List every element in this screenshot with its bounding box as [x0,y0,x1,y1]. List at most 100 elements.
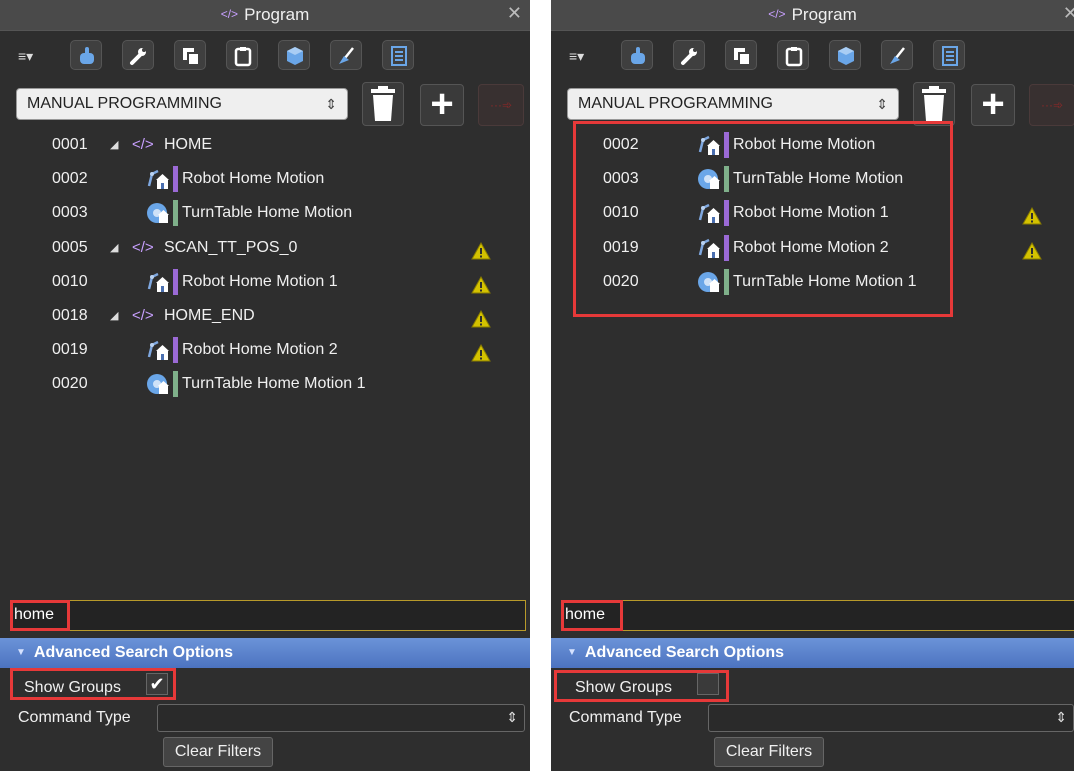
motion-label: TurnTable Home Motion 1 [182,375,366,393]
search-input[interactable]: home [561,600,1074,631]
copy-button[interactable] [725,40,757,70]
tree-row[interactable]: 0002 Robot Home Motion [0,162,530,196]
clean-button[interactable] [881,40,913,70]
tree-row[interactable]: 0002 Robot Home Motion [551,128,1074,162]
paste-button[interactable] [777,40,809,70]
hand-pointer-icon [80,47,94,64]
type-color-bar [724,234,729,261]
motion-label: TurnTable Home Motion 1 [733,272,917,290]
robot-home-icon [147,170,169,190]
type-color-bar [724,268,729,295]
hand-pointer-button[interactable] [70,40,102,70]
show-groups-checkbox[interactable] [697,673,719,695]
expand-triangle-icon[interactable]: ◢ [110,299,118,333]
clear-filters-button[interactable]: Clear Filters [163,737,273,767]
turntable-home-icon [147,374,169,395]
cube-icon [287,47,303,65]
show-groups-checkbox[interactable]: ✔ [146,673,168,695]
motion-label: TurnTable Home Motion [182,204,353,222]
motion-icon-wrap [697,134,721,156]
tree-row[interactable]: 0005 ◢ </> SCAN_TT_POS_0 [0,231,530,265]
wrench-button[interactable] [673,40,705,70]
trash-icon [922,86,946,121]
program-select-row: MANUAL PROGRAMMING ⇕ + ···➾ [567,82,1074,128]
tree-row[interactable]: 0020 TurnTable Home Motion 1 [551,265,1074,299]
object-button[interactable] [278,40,310,70]
motion-icon-wrap [146,373,170,395]
copy-button[interactable] [174,40,206,70]
type-color-bar [724,166,729,193]
program-select[interactable]: MANUAL PROGRAMMING ⇕ [16,88,348,120]
close-icon[interactable]: ✕ [507,0,522,26]
advanced-search-header[interactable]: ▼ Advanced Search Options [0,638,530,668]
list-button[interactable] [382,40,414,70]
collapse-caret-icon: ▼ [567,647,577,658]
tree-row[interactable]: 0020 TurnTable Home Motion 1 [0,367,530,401]
row-number: 0005 [52,238,88,256]
tree-row[interactable]: 0018 ◢ </> HOME_END [0,299,530,333]
search-input[interactable]: home [10,600,526,631]
paste-button[interactable] [226,40,258,70]
object-button[interactable] [829,40,861,70]
hamburger-dropdown-icon[interactable]: ≡▾ [18,46,46,66]
broom-icon [890,47,905,64]
collapse-caret-icon: ▼ [16,647,26,658]
clear-filters-button[interactable]: Clear Filters [714,737,824,767]
robot-home-icon [698,204,720,224]
group-label: HOME [164,136,212,153]
broom-icon [339,47,354,64]
list-icon [391,46,407,66]
motion-icon-wrap [146,339,170,361]
delete-button[interactable] [362,82,404,126]
run-arrow-icon[interactable]: ···➾ [478,84,524,126]
tree-row[interactable]: 0010 Robot Home Motion 1 [551,196,1074,230]
tree-row[interactable]: 0001 ◢ </> HOME [0,128,530,162]
hand-pointer-button[interactable] [621,40,653,70]
clean-button[interactable] [330,40,362,70]
tree-row[interactable]: 0019 Robot Home Motion 2 [551,231,1074,265]
warning-triangle-icon [1022,207,1042,225]
code-brackets-icon: </> [132,307,154,324]
cube-icon [838,47,854,65]
add-button[interactable]: + [420,84,464,126]
add-button[interactable]: + [971,84,1015,126]
advanced-search-header[interactable]: ▼ Advanced Search Options [551,638,1074,668]
code-brackets-icon: </> [132,238,154,256]
warning-triangle-icon [1022,241,1042,260]
wrench-icon [681,48,697,65]
row-number: 0001 [52,136,88,153]
panel-title: Program [244,5,310,24]
row-number: 0020 [52,375,88,393]
hamburger-dropdown-icon[interactable]: ≡▾ [569,46,597,66]
close-icon[interactable]: ✕ [1063,0,1074,26]
command-type-select[interactable]: ⇕ [157,704,525,732]
wrench-button[interactable] [122,40,154,70]
row-number: 0018 [52,307,88,324]
turntable-home-icon [698,169,720,190]
code-brackets-icon: </> [220,7,239,21]
run-arrow-icon[interactable]: ···➾ [1029,84,1074,126]
robot-home-icon [147,341,169,361]
program-select[interactable]: MANUAL PROGRAMMING ⇕ [567,88,899,120]
expand-triangle-icon[interactable]: ◢ [110,128,118,162]
motion-label: TurnTable Home Motion [733,170,904,188]
trash-icon [371,86,395,121]
command-type-select[interactable]: ⇕ [708,704,1074,732]
tree-row[interactable]: 0019 Robot Home Motion 2 [0,333,530,367]
type-color-bar [173,200,178,227]
row-number: 0003 [52,204,88,222]
turntable-home-icon [147,203,169,224]
expand-triangle-icon[interactable]: ◢ [110,231,118,265]
warning-triangle-icon [471,309,491,328]
motion-icon-wrap [146,168,170,190]
advanced-search-label: Advanced Search Options [33,644,234,661]
show-groups-label: Show Groups [575,679,672,696]
row-number: 0019 [52,341,88,359]
row-number: 0020 [603,272,639,290]
list-button[interactable] [933,40,965,70]
tree-row[interactable]: 0003 TurnTable Home Motion [0,196,530,230]
copy-icon [734,48,751,66]
tree-row[interactable]: 0010 Robot Home Motion 1 [0,265,530,299]
tree-row[interactable]: 0003 TurnTable Home Motion [551,162,1074,196]
delete-button[interactable] [913,82,955,126]
